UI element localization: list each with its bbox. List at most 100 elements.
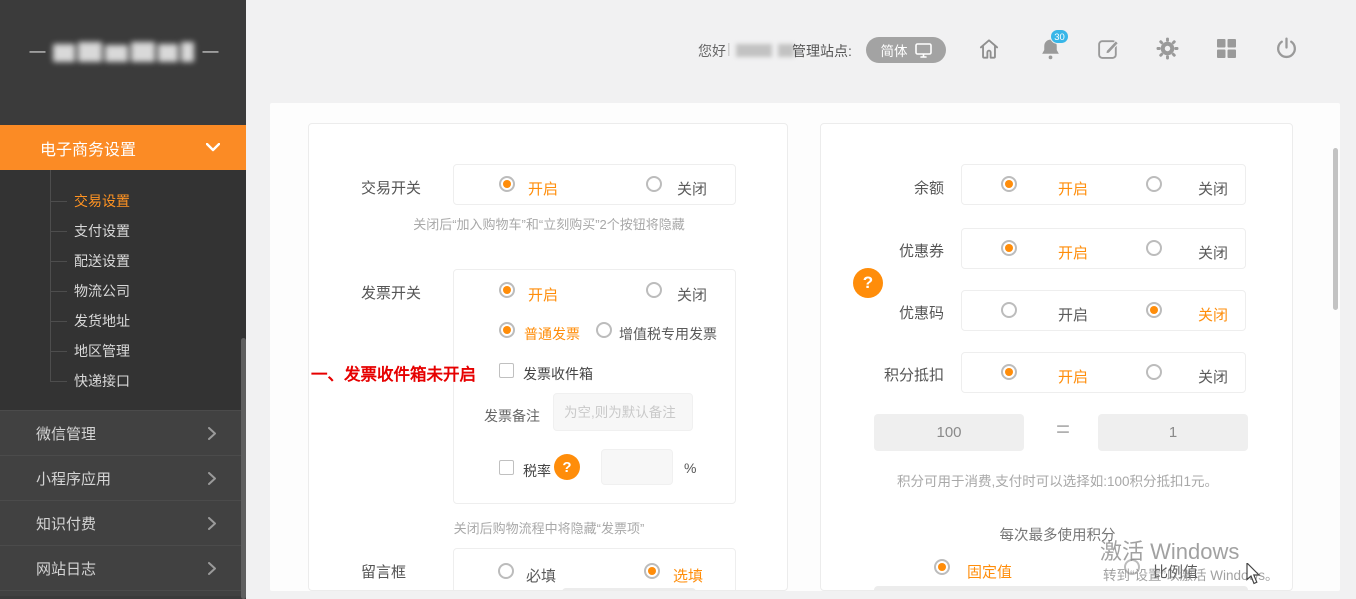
home-icon (976, 36, 1002, 62)
logo-right-dash: — (203, 43, 217, 61)
language-switch-button[interactable]: 简体 (866, 37, 946, 63)
logo-blurred-text (53, 42, 194, 62)
language-label: 简体 (881, 40, 908, 60)
sidebar-item-miniprogram-app[interactable]: 小程序应用 (0, 455, 246, 500)
mouse-cursor (1246, 563, 1262, 585)
fixed-value-label[interactable]: 固定值 (967, 561, 1012, 582)
points-on-radio[interactable] (1001, 364, 1017, 380)
home-button[interactable] (976, 36, 1002, 62)
invoice-on-label[interactable]: 开启 (528, 284, 558, 305)
sidebar-submenu: 交易设置 支付设置 配送设置 物流公司 发货地址 地区管理 快递接口 (0, 170, 246, 410)
points-off-radio[interactable] (1146, 364, 1162, 380)
coupon-off-radio[interactable] (1146, 240, 1162, 256)
coupon-off-label[interactable]: 关闭 (1198, 242, 1228, 263)
sidebar-group-ecommerce-settings[interactable]: 电子商务设置 (0, 125, 246, 170)
invoice-type-normal-radio[interactable] (499, 322, 515, 338)
fixed-value-radio[interactable] (934, 559, 950, 575)
tree-tick (50, 321, 67, 322)
message-required-label[interactable]: 必填 (526, 565, 556, 586)
promo-on-radio[interactable] (1001, 302, 1017, 318)
invoice-type-vat-radio[interactable] (596, 322, 612, 338)
balance-label: 余额 (841, 177, 944, 198)
money-amount-input[interactable] (1098, 414, 1248, 451)
invoice-remark-input[interactable] (553, 393, 693, 431)
trade-on-radio[interactable] (499, 176, 515, 192)
invoice-on-radio[interactable] (499, 282, 515, 298)
logo-left-dash: — (30, 43, 44, 61)
trade-off-label[interactable]: 关闭 (677, 178, 707, 199)
coupon-on-radio[interactable] (1001, 240, 1017, 256)
chevron-down-icon (206, 143, 220, 152)
sidebar-group-label: 电子商务设置 (40, 136, 136, 160)
promo-off-label[interactable]: 关闭 (1198, 304, 1228, 325)
promo-off-radio[interactable] (1146, 302, 1162, 318)
message-optional-radio[interactable] (644, 563, 660, 579)
edit-icon (1096, 36, 1121, 61)
tree-tick (50, 261, 67, 262)
chevron-right-icon (208, 427, 216, 440)
site-label: 管理站点: (792, 41, 852, 61)
sidebar-item-site-logs[interactable]: 网站日志 (0, 545, 246, 590)
chevron-right-icon (208, 472, 216, 485)
sidebar-item-region-management[interactable]: 地区管理 (0, 336, 246, 366)
invoice-type-vat-label[interactable]: 增值税专用发票 (619, 324, 717, 344)
balance-on-label[interactable]: 开启 (1058, 178, 1088, 199)
sidebar-item-wechat-management[interactable]: 微信管理 (0, 410, 246, 455)
sidebar-item-shipping-address[interactable]: 发货地址 (0, 306, 246, 336)
invoice-off-radio[interactable] (646, 282, 662, 298)
points-on-label[interactable]: 开启 (1058, 366, 1088, 387)
invoice-off-label[interactable]: 关闭 (677, 284, 707, 305)
tree-tick (50, 381, 67, 382)
panel-help-icon[interactable]: ? (853, 268, 883, 298)
settings-button[interactable] (1155, 36, 1181, 62)
invoice-inbox-annotation: 一、发票收件箱未开启 (311, 361, 476, 385)
trade-on-label[interactable]: 开启 (528, 178, 558, 199)
balance-off-label[interactable]: 关闭 (1198, 178, 1228, 199)
sidebar-item-logistics-company[interactable]: 物流公司 (0, 276, 246, 306)
sidebar-item-delivery-settings[interactable]: 配送设置 (0, 246, 246, 276)
topbar: 您好 | 管理站点: 简体 30 (246, 0, 1356, 103)
invoice-note: 关闭后购物流程中将隐藏“发票项” (339, 518, 759, 540)
tax-rate-checkbox[interactable] (499, 460, 514, 475)
content-scrollbar[interactable] (1333, 148, 1338, 310)
sidebar-item-express-interface[interactable]: 快递接口 (0, 366, 246, 396)
trade-off-radio[interactable] (646, 176, 662, 192)
message-optional-label[interactable]: 选填 (673, 565, 703, 586)
sidebar-item-payment-settings[interactable]: 支付设置 (0, 216, 246, 246)
tax-rate-input[interactable] (601, 449, 673, 485)
edit-button[interactable] (1096, 36, 1122, 62)
greeting-text: 您好 (698, 41, 726, 61)
sidebar: — — 电子商务设置 交易设置 支付设置 配送设置 物流公司 发货地址 地区管理… (0, 0, 246, 599)
apps-button[interactable] (1214, 36, 1240, 62)
sidebar-next-item-edge (0, 590, 246, 596)
username-blurred (736, 44, 794, 57)
promo-code-label: 优惠码 (841, 302, 944, 323)
message-required-radio[interactable] (498, 563, 514, 579)
sidebar-scrollbar[interactable] (241, 338, 246, 599)
balance-on-radio[interactable] (1001, 176, 1017, 192)
tax-help-icon[interactable]: ? (554, 454, 580, 480)
greeting-divider: | (727, 40, 731, 56)
tax-rate-label[interactable]: 税率 (523, 461, 551, 481)
power-icon (1274, 36, 1299, 61)
sidebar-item-trade-settings[interactable]: 交易设置 (0, 186, 246, 216)
points-amount-input[interactable] (874, 414, 1024, 451)
trade-switch-label: 交易开关 (361, 177, 421, 198)
invoice-type-normal-label[interactable]: 普通发票 (524, 324, 580, 344)
trade-settings-panel: 交易开关 开启 关闭 关闭后“加入购物车”和“立刻购买”2个按钮将隐藏 发票开关… (308, 123, 788, 591)
tree-tick (50, 231, 67, 232)
max-points-input-edge (874, 586, 1248, 591)
invoice-inbox-label[interactable]: 发票收件箱 (523, 364, 593, 384)
invoice-inbox-checkbox[interactable] (499, 363, 514, 378)
tree-tick (50, 201, 67, 202)
sidebar-sections: 微信管理 小程序应用 知识付费 网站日志 (0, 410, 246, 599)
sidebar-item-knowledge-payment[interactable]: 知识付费 (0, 500, 246, 545)
invoice-switch-label: 发票开关 (361, 282, 421, 303)
promo-on-label[interactable]: 开启 (1058, 304, 1088, 325)
logout-button[interactable] (1274, 36, 1300, 62)
balance-off-radio[interactable] (1146, 176, 1162, 192)
points-note: 积分可用于消费,支付时可以选择如:100积分抵扣1元。 (821, 471, 1293, 493)
points-off-label[interactable]: 关闭 (1198, 366, 1228, 387)
admin-settings-page: — — 电子商务设置 交易设置 支付设置 配送设置 物流公司 发货地址 地区管理… (0, 0, 1356, 599)
coupon-on-label[interactable]: 开启 (1058, 242, 1088, 263)
